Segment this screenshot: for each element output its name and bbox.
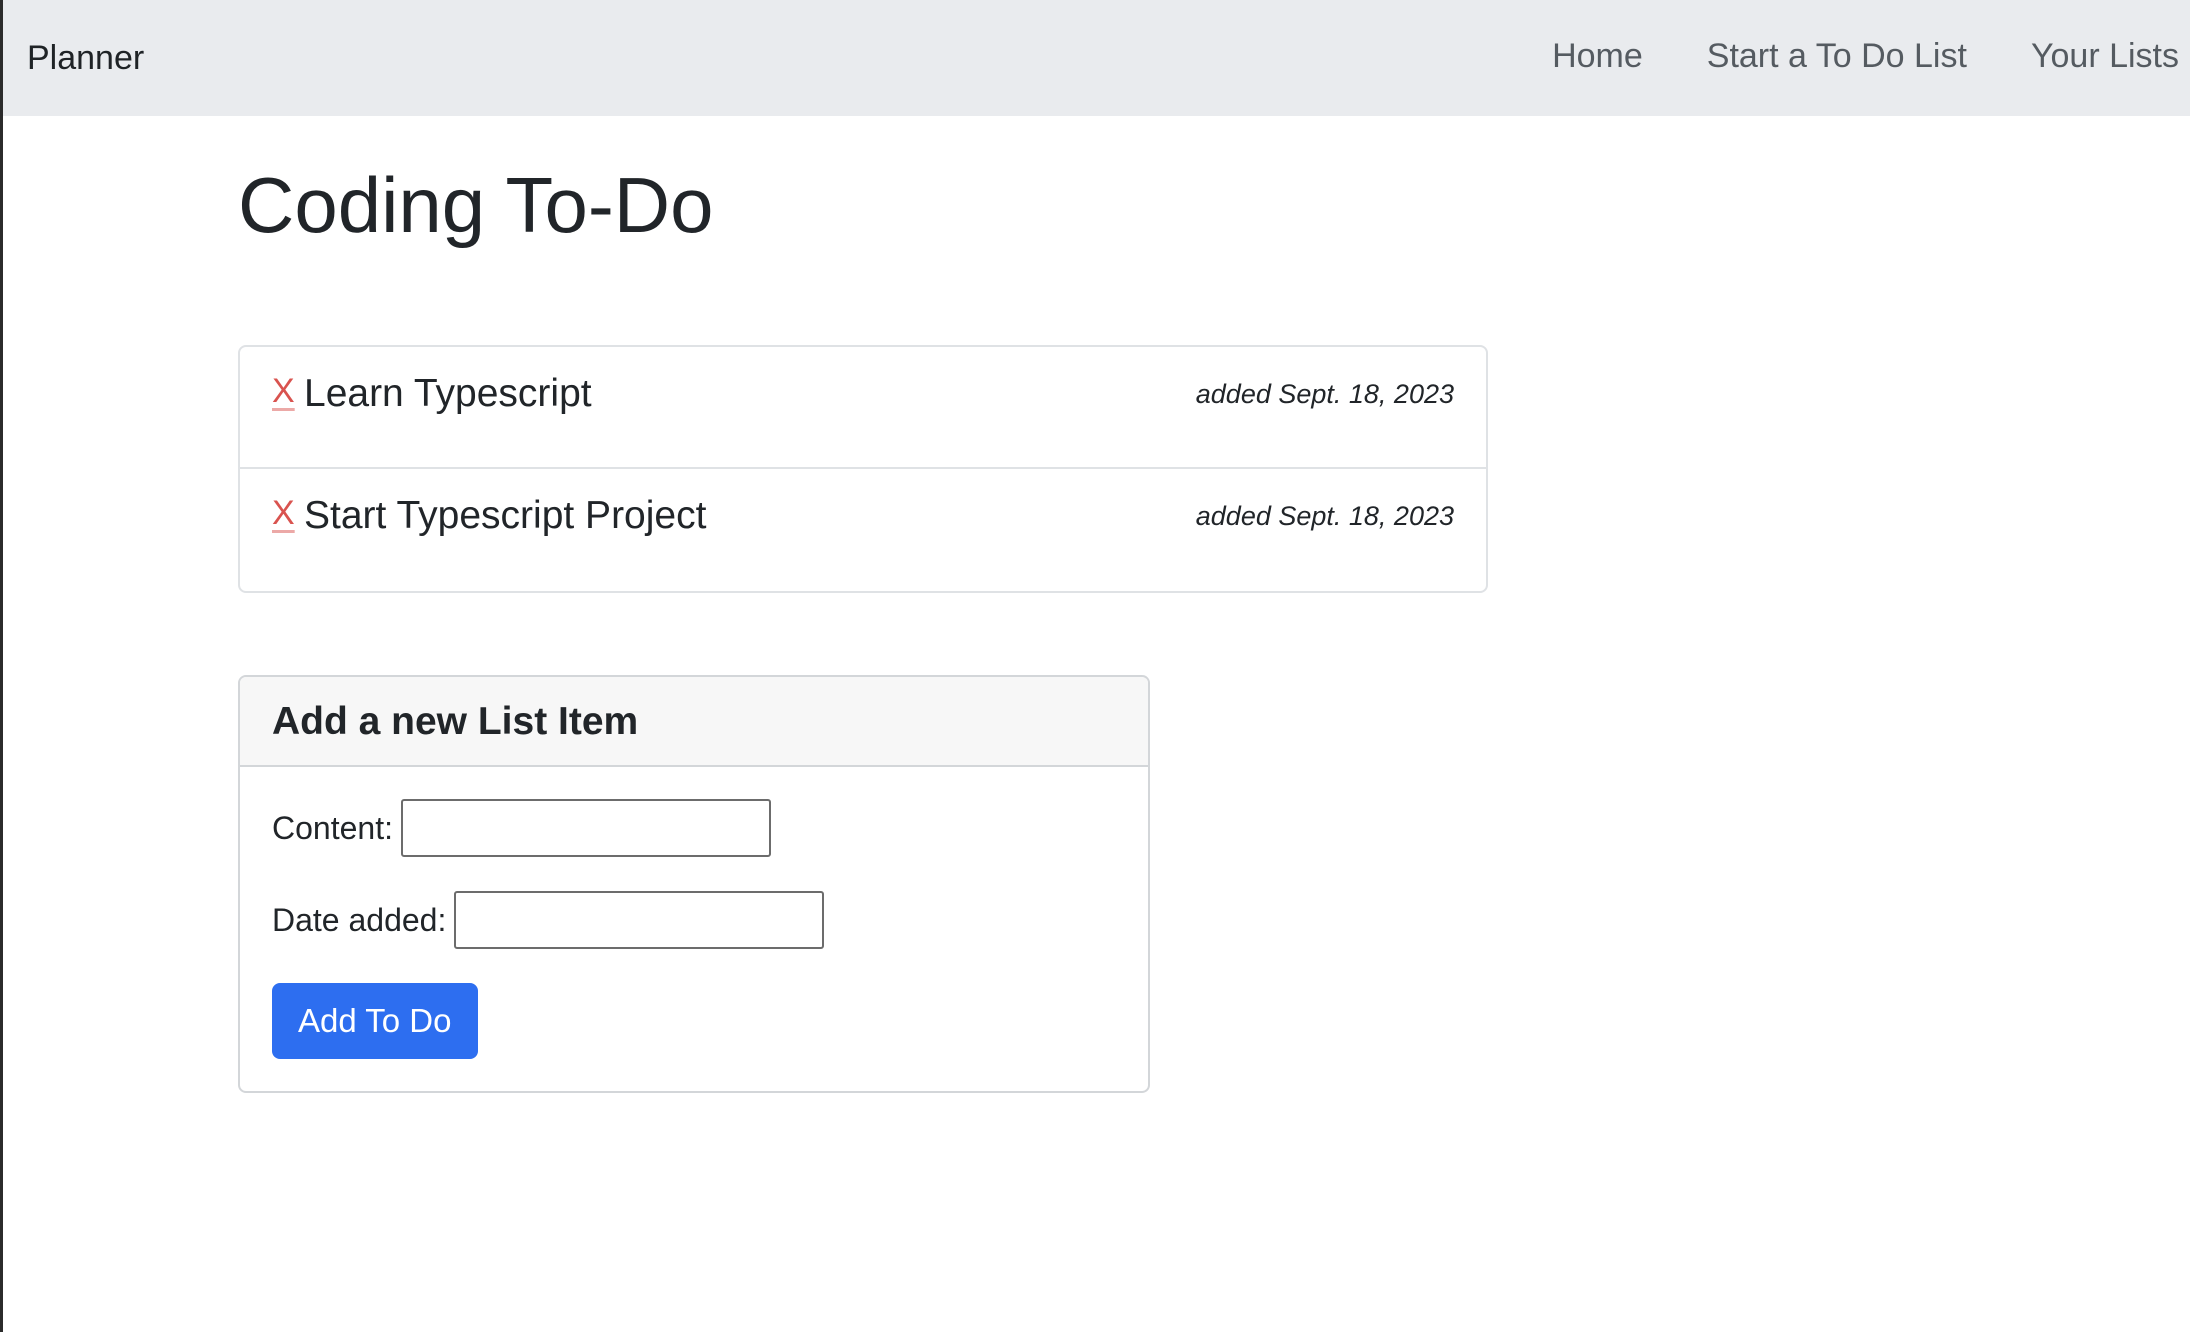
date-row: Date added: <box>272 891 825 949</box>
content-input[interactable] <box>400 799 771 857</box>
add-todo-button[interactable]: Add To Do <box>272 983 478 1059</box>
item-content: Learn Typescript <box>304 372 592 415</box>
navbar: Planner Home Start a To Do List Your Lis… <box>3 0 2190 116</box>
content-label: Content: <box>272 810 393 846</box>
page-title: Coding To-Do <box>238 161 714 249</box>
item-content: Start Typescript Project <box>304 494 707 537</box>
add-item-card: Add a new List Item Content: Date added:… <box>238 675 1150 1093</box>
list-item: X Start Typescript Project added Sept. 1… <box>240 469 1486 591</box>
nav-link-your-lists[interactable]: Your Lists <box>2031 36 2179 76</box>
item-date: added Sept. 18, 2023 <box>1195 379 1454 409</box>
date-input[interactable] <box>454 891 825 949</box>
delete-item-link[interactable]: X <box>272 495 295 531</box>
content-row: Content: <box>272 799 771 857</box>
brand-link[interactable]: Planner <box>27 38 144 78</box>
nav-links: Home Start a To Do List Your Lists <box>1552 36 2179 76</box>
date-label: Date added: <box>272 902 447 938</box>
nav-link-start-list[interactable]: Start a To Do List <box>1707 36 1967 76</box>
nav-link-home[interactable]: Home <box>1552 36 1643 76</box>
list-item: X Learn Typescript added Sept. 18, 2023 <box>240 347 1486 469</box>
todo-list: X Learn Typescript added Sept. 18, 2023 … <box>238 345 1488 593</box>
card-header: Add a new List Item <box>240 677 1148 767</box>
item-date: added Sept. 18, 2023 <box>1195 501 1454 531</box>
card-title: Add a new List Item <box>272 700 639 743</box>
delete-item-link[interactable]: X <box>272 373 295 409</box>
